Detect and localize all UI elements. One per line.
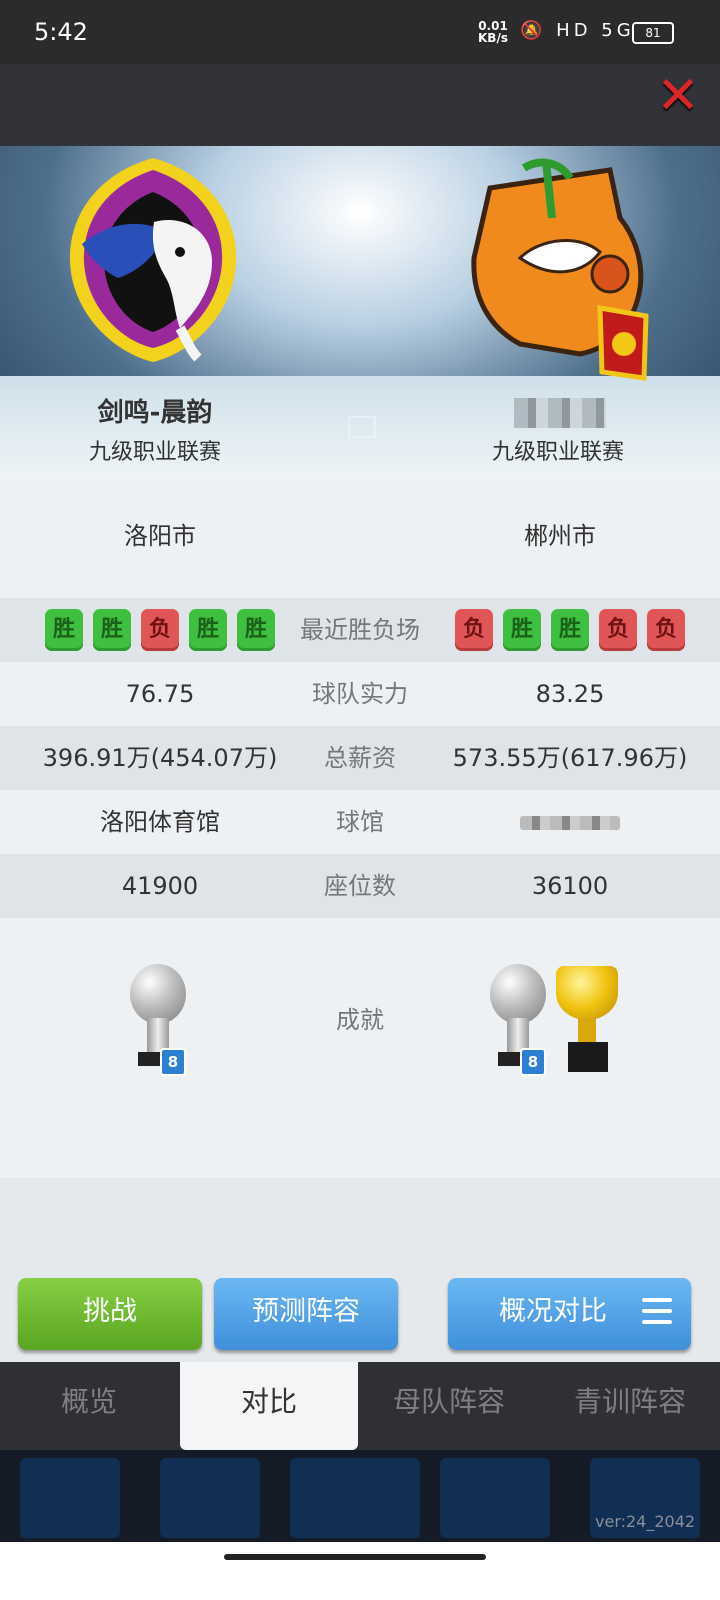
achievements-row: 成就 8 8	[0, 918, 720, 1158]
predict-lineup-button[interactable]: 预测阵容	[214, 1278, 398, 1350]
away-salary: 573.55万(617.96万)	[452, 744, 688, 772]
close-icon[interactable]: ✕	[654, 70, 702, 122]
strength-row: 76.75 球队实力 83.25	[0, 662, 720, 726]
gold-cup-base	[568, 1042, 608, 1072]
recent-results-row: 胜胜负胜胜 最近胜负场 负胜胜负负	[0, 598, 720, 662]
comparison-table: 洛阳市 郴州市 胜胜负胜胜 最近胜负场 负胜胜负负 76.75 球队实力 83.…	[0, 478, 720, 1178]
nav-item-3[interactable]	[290, 1458, 420, 1538]
nav-item-4[interactable]	[440, 1458, 550, 1538]
home-team-league: 九级职业联赛	[88, 440, 221, 465]
away-city: 郴州市	[524, 522, 596, 550]
net-speed-unit: KB/s	[478, 31, 508, 45]
home-city: 洛阳市	[124, 522, 196, 550]
arena-row: 洛阳体育馆 球馆	[0, 790, 720, 854]
home-recent-results: 胜胜负胜胜	[20, 598, 300, 662]
seats-row: 41900 座位数 36100	[0, 854, 720, 918]
away-result-5: 负	[647, 609, 685, 651]
away-result-2: 胜	[503, 609, 541, 651]
mute-icon: 🔕	[520, 20, 547, 41]
away-strength: 83.25	[535, 680, 605, 708]
home-team-name: 剑鸣-晨韵	[97, 398, 213, 428]
arena-label: 球馆	[336, 808, 384, 836]
signal-icons: HD 5G	[556, 20, 635, 41]
status-bar: 5:42 0.01 KB/s 🔕 HD 5G 81	[0, 0, 720, 64]
home-seats: 41900	[121, 872, 199, 900]
nav-item-1[interactable]	[20, 1458, 120, 1538]
net-speed: 0.01 KB/s	[478, 20, 508, 44]
home-indicator[interactable]	[224, 1554, 486, 1560]
challenge-button[interactable]: 挑战	[18, 1278, 202, 1350]
header-bar	[0, 64, 720, 146]
status-time: 5:42	[34, 18, 88, 46]
battery-icon: 81	[632, 22, 674, 44]
home-result-2: 胜	[93, 609, 131, 651]
tab-main-roster[interactable]: 母队阵容	[360, 1362, 538, 1450]
gold-cup-icon	[556, 966, 618, 1020]
away-result-1: 负	[455, 609, 493, 651]
home-result-5: 胜	[237, 609, 275, 651]
recent-label: 最近胜负场	[300, 616, 420, 644]
silver-trophy-icon	[490, 964, 546, 1024]
hoop-icon	[348, 416, 376, 438]
home-strength: 76.75	[125, 680, 195, 708]
home-salary: 396.91万(454.07万)	[42, 744, 278, 772]
seats-label: 座位数	[324, 872, 396, 900]
away-team-league: 九级职业联赛	[491, 440, 624, 465]
salary-row: 396.91万(454.07万) 总薪资 573.55万(617.96万)	[0, 726, 720, 790]
home-arena: 洛阳体育馆	[100, 808, 220, 836]
home-result-4: 胜	[189, 609, 227, 651]
status-icons: 🔕 HD 5G	[520, 20, 635, 41]
tab-compare[interactable]: 对比	[180, 1362, 358, 1450]
away-team-name-blurred	[514, 398, 606, 428]
away-result-3: 胜	[551, 609, 589, 651]
shark-logo-icon	[471, 158, 649, 381]
version-label: ver:24_2042	[595, 1512, 696, 1531]
nav-item-2[interactable]	[160, 1458, 260, 1538]
salary-label: 总薪资	[324, 744, 396, 772]
home-result-1: 胜	[45, 609, 83, 651]
menu-icon[interactable]	[642, 1298, 672, 1328]
gold-cup-stem	[578, 1018, 596, 1044]
city-row: 洛阳市 郴州市	[0, 504, 720, 568]
away-recent-results: 负胜胜负负	[430, 598, 710, 662]
overview-compare-label: 概况对比	[499, 1296, 607, 1327]
silver-trophy-icon	[130, 964, 186, 1024]
away-seats: 36100	[531, 872, 609, 900]
home-result-3: 负	[141, 609, 179, 651]
elephant-logo-icon	[69, 158, 237, 362]
tab-bar: 概览 对比 母队阵容 青训阵容	[0, 1362, 720, 1450]
achievements-label: 成就	[336, 1006, 384, 1034]
strength-label: 球队实力	[312, 680, 408, 708]
home-trophy-badge: 8	[160, 1048, 186, 1076]
away-trophy-badge: 8	[520, 1048, 546, 1076]
match-banner: 剑鸣-晨韵 九级职业联赛 九级职业联赛	[0, 146, 720, 478]
away-arena-blurred	[430, 790, 710, 854]
home-indicator-bar	[0, 1542, 720, 1600]
tab-overview[interactable]: 概览	[0, 1362, 178, 1450]
away-result-4: 负	[599, 609, 637, 651]
tab-youth-roster[interactable]: 青训阵容	[540, 1362, 720, 1450]
